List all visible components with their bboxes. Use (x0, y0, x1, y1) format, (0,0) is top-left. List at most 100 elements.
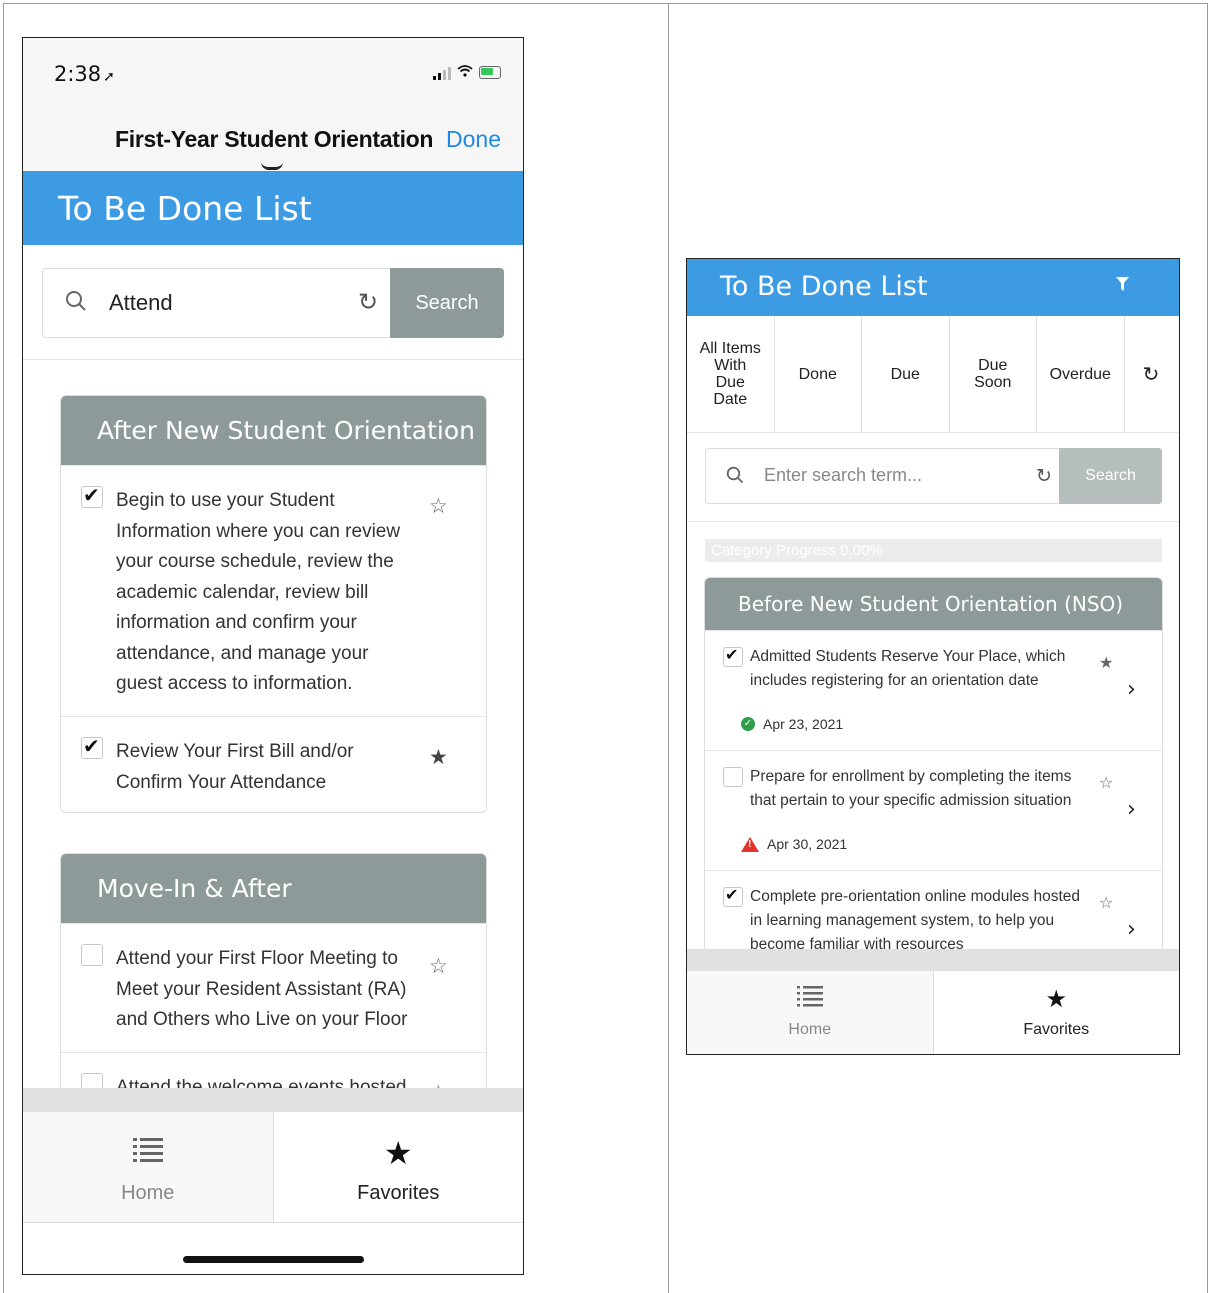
filter-overdue[interactable]: Overdue (1037, 316, 1125, 432)
checkmark-icon: ✔ (83, 483, 100, 507)
item-text: Attend your First Floor Meeting to Meet … (116, 948, 408, 1030)
tab-home-label: Home (788, 1021, 832, 1038)
grid-line-left (3, 3, 4, 1293)
item-text: Prepare for enrollment by completing the… (750, 768, 1072, 809)
checkmark-icon: ✔ (83, 734, 100, 758)
search-box: Attend ↻ Search (42, 268, 504, 338)
signal-icon (433, 66, 451, 80)
check-circle-icon: ✓ (741, 717, 755, 731)
tab-favorites-label: Favorites (1023, 1021, 1090, 1038)
list-title: To Be Done List (720, 271, 928, 302)
right-phone-screen: To Be Done List All Items With Due Date … (686, 258, 1180, 1055)
star-filled-icon[interactable]: ★ (429, 745, 448, 769)
due-date: ✓ Apr 23, 2021 (741, 716, 843, 732)
filter-icon[interactable] (1116, 277, 1129, 296)
grid-line-right (1207, 3, 1208, 1293)
left-phone-screen: 2:38 ➚ First-Year Student Orientation Don… (22, 37, 524, 1275)
category-progress-bar: Category Progress 0.00% (705, 539, 1162, 562)
chevron-right-icon[interactable]: › (1127, 677, 1136, 702)
reset-icon[interactable]: ↻ (358, 288, 378, 316)
tabbar-divider (687, 949, 1179, 971)
checkmark-icon: ✔ (725, 885, 739, 904)
tabbar-divider (23, 1088, 523, 1112)
item-checkbox[interactable]: ✔ (81, 483, 103, 508)
grid-line-middle (668, 3, 669, 1293)
checkmark-icon: ✔ (725, 645, 739, 664)
item-text: Begin to use your Student Information wh… (116, 490, 401, 694)
search-icon (65, 290, 87, 317)
search-input[interactable]: Enter search term... (764, 465, 922, 486)
filter-reset-icon[interactable]: ↻ (1125, 316, 1178, 432)
item-text: Review Your First Bill and/or Confirm Yo… (116, 741, 354, 793)
search-area: Attend ↻ Search (23, 245, 523, 360)
search-button[interactable]: Search (390, 268, 504, 338)
wifi-icon (457, 64, 473, 81)
filter-done[interactable]: Done (775, 316, 862, 432)
category-title: After New Student Orientation (61, 396, 486, 465)
due-date: ! Apr 30, 2021 (741, 836, 847, 852)
list-item[interactable]: ✔ Begin to use your Student Information … (61, 465, 486, 716)
list-icon (687, 985, 933, 1014)
chevron-right-icon[interactable]: › (1127, 917, 1136, 942)
nav-bar: First-Year Student Orientation Done (23, 113, 523, 171)
item-checkbox[interactable]: ✔ (723, 885, 743, 907)
tab-home-label: Home (121, 1182, 175, 1204)
tab-home[interactable]: Home (23, 1112, 274, 1222)
list-header: To Be Done List (23, 171, 523, 245)
list-item[interactable]: Prepare for enrollment by completing the… (705, 750, 1162, 870)
status-time: 2:38 ➚ (54, 62, 115, 86)
reset-icon[interactable]: ↻ (1036, 465, 1052, 487)
filter-due[interactable]: Due (862, 316, 950, 432)
divider (687, 521, 1179, 522)
nav-title: First-Year Student Orientation (115, 126, 434, 152)
category-card: After New Student Orientation ✔ Begin to… (60, 395, 487, 813)
star-filled-icon[interactable]: ★ (1099, 653, 1113, 672)
item-checkbox[interactable]: ✔ (723, 645, 743, 667)
clock-text: 2:38 (54, 62, 102, 86)
tab-favorites[interactable]: ★ Favorites (273, 1112, 523, 1222)
done-button[interactable]: Done (446, 126, 501, 153)
tab-home[interactable]: Home (687, 971, 934, 1054)
tab-bar: Home ★ Favorites (23, 1112, 523, 1223)
item-checkbox[interactable] (723, 767, 743, 787)
star-filled-icon: ★ (383, 1135, 413, 1171)
item-text: Complete pre-orientation online modules … (750, 888, 1081, 953)
grid-line-top (3, 3, 1208, 4)
home-indicator (183, 1256, 364, 1263)
search-icon (726, 466, 744, 489)
battery-icon (479, 66, 501, 79)
filter-due-soon[interactable]: Due Soon (950, 316, 1037, 432)
list-icon (23, 1134, 273, 1171)
chevron-right-icon[interactable]: › (1127, 797, 1136, 822)
filter-bar: All Items With Due Date Done Due Due Soo… (687, 316, 1179, 433)
list-header: To Be Done List (687, 259, 1179, 316)
category-title: Before New Student Orientation (NSO) (705, 578, 1162, 630)
status-icons (433, 64, 501, 81)
list-title: To Be Done List (58, 189, 312, 228)
warning-icon: ! (741, 836, 759, 852)
item-checkbox[interactable]: ✔ (81, 734, 103, 759)
list-item[interactable]: ✔ Admitted Students Reserve Your Place, … (705, 630, 1162, 750)
list-item[interactable]: Attend your First Floor Meeting to Meet … (61, 923, 486, 1052)
item-text: Admitted Students Reserve Your Place, wh… (750, 648, 1066, 689)
progress-label: Category Progress 0.00% (711, 542, 883, 559)
category-title: Move-In & After (61, 854, 486, 923)
location-arrow-icon: ➚ (103, 69, 115, 85)
search-button[interactable]: Search (1059, 448, 1162, 504)
tab-favorites[interactable]: ★ Favorites (934, 971, 1180, 1054)
search-box: Enter search term... ↻ Search (705, 448, 1162, 504)
due-date-text: Apr 30, 2021 (767, 836, 848, 852)
due-date-text: Apr 23, 2021 (763, 716, 844, 732)
grab-handle (261, 162, 283, 170)
star-outline-icon[interactable]: ☆ (429, 494, 448, 518)
star-outline-icon[interactable]: ☆ (1099, 773, 1113, 792)
filter-all-with-due-date[interactable]: All Items With Due Date (687, 316, 775, 432)
item-checkbox[interactable] (81, 944, 103, 966)
tab-favorites-label: Favorites (357, 1182, 440, 1204)
search-input[interactable]: Attend (109, 290, 173, 316)
star-filled-icon: ★ (1045, 986, 1067, 1013)
list-item[interactable]: ✔ Complete pre-orientation online module… (705, 870, 1162, 956)
list-item[interactable]: ✔ Review Your First Bill and/or Confirm … (61, 716, 486, 812)
star-outline-icon[interactable]: ☆ (429, 954, 448, 978)
star-outline-icon[interactable]: ☆ (1099, 893, 1113, 912)
